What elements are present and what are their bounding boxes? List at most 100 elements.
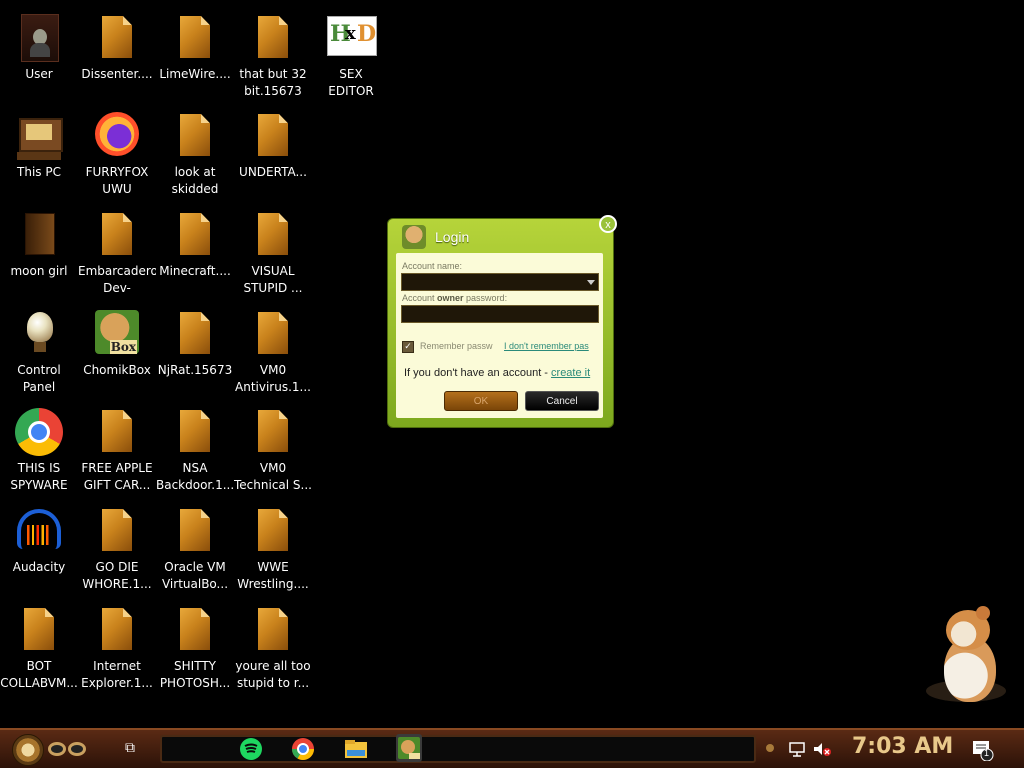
desktop-icon-label: look at skidded c#... [171, 165, 219, 196]
task-view-icon[interactable]: ⧉ [120, 739, 140, 757]
desktop-icon-label: youre all too stupid to r... [235, 659, 311, 690]
desktop-icon[interactable]: LimeWire.... [156, 8, 234, 104]
desktop-icon[interactable]: VISUAL STUPID ... [234, 205, 312, 301]
login-form: Account name: Account owner password: ✓ … [396, 253, 603, 418]
desktop-icon-label: Minecraft.... [159, 264, 231, 278]
hxd-icon: HxD [327, 14, 377, 62]
file-icon [171, 507, 219, 555]
desktop-icon[interactable]: Dissenter.... [78, 8, 156, 104]
desktop-icon[interactable]: look at skidded c#... [156, 106, 234, 202]
chomikbox-icon[interactable] [396, 734, 422, 762]
file-icon [171, 606, 219, 654]
desktop-icon[interactable]: FURRYFOX UWU [78, 106, 156, 202]
desktop-icon[interactable]: Audacity [0, 501, 78, 597]
desktop-icon[interactable]: FREE APPLE GIFT CAR... [78, 402, 156, 498]
goggle-icon [68, 742, 86, 756]
file-icon [249, 14, 297, 62]
desktop-icon[interactable]: Hx D SEX EDITOR [312, 8, 390, 104]
file-icon [171, 112, 219, 160]
desktop-icon-label: VM0 Antivirus.1... [235, 363, 311, 394]
desktop-icon[interactable]: Minecraft.... [156, 205, 234, 301]
file-icon [93, 14, 141, 62]
user-folder-icon [15, 14, 63, 62]
network-icon[interactable] [788, 740, 806, 762]
chomikbox-icon: Box [93, 310, 141, 358]
audacity-icon [15, 507, 63, 555]
desktop-icon-label: Oracle VM VirtualBo... [161, 560, 229, 591]
notification-icon[interactable]: 1 [972, 739, 994, 762]
goggle-icon [48, 742, 66, 756]
desktop-icon[interactable]: moon girl [0, 205, 78, 301]
hamster-mascot[interactable] [926, 606, 1008, 710]
file-icon [249, 408, 297, 456]
computer-icon [15, 112, 63, 160]
desktop-icon[interactable]: Oracle VM VirtualBo... [156, 501, 234, 597]
ok-button[interactable]: OK [444, 391, 518, 411]
desktop-icon-label: FURRYFOX UWU [85, 165, 149, 196]
show-hidden-icons-icon[interactable] [766, 744, 774, 752]
account-name-dropdown[interactable] [401, 273, 599, 291]
no-account-text: If you don't have an account - create it [404, 367, 591, 379]
desktop-icon-label: NSA Backdoor.1... [156, 461, 234, 492]
create-account-link[interactable]: create it [551, 367, 590, 379]
desktop-icon[interactable]: UNDERTA... [234, 106, 312, 202]
chevron-down-icon[interactable] [587, 280, 595, 285]
desktop-icon[interactable]: User [0, 8, 78, 104]
file-icon [93, 211, 141, 259]
desktop-icon-label: LimeWire.... [159, 67, 231, 81]
desktop-icon-label: that but 32 bit.15673 [239, 67, 307, 98]
taskbar: ⧉ 7:03 AM 1 [0, 728, 1024, 768]
desktop-icon[interactable]: GO DIE WHORE.1... [78, 501, 156, 597]
desktop-icon[interactable]: Control Panel [0, 304, 78, 400]
desktop-icon-label: THIS IS SPYWARE [10, 461, 68, 492]
lightbulb-icon [15, 310, 63, 358]
file-icon [249, 507, 297, 555]
forgot-password-link[interactable]: I don't remember pas [504, 341, 600, 351]
chrome-icon[interactable] [290, 736, 316, 762]
cancel-button[interactable]: Cancel [525, 391, 599, 411]
desktop-icon[interactable]: Box ChomikBox [78, 304, 156, 400]
desktop-icon[interactable]: SHITTY PHOTOSH... [156, 600, 234, 696]
desktop-icon-label: UNDERTA... [239, 165, 307, 179]
desktop-icon-label: VM0 Technical S... [234, 461, 312, 492]
login-titlebar[interactable]: Login [388, 219, 613, 253]
desktop-icon[interactable]: NSA Backdoor.1... [156, 402, 234, 498]
clock[interactable]: 7:03 AM [852, 734, 953, 759]
desktop-icon[interactable]: that but 32 bit.15673 [234, 8, 312, 104]
desktop-icon-label: VISUAL STUPID ... [243, 264, 303, 295]
gear-icon [12, 734, 44, 766]
desktop-icon[interactable]: Internet Explorer.1... [78, 600, 156, 696]
desktop-icon[interactable]: WWE Wrestling.... [234, 501, 312, 597]
desktop-icon-label: Audacity [12, 560, 66, 574]
spotify-icon[interactable] [238, 736, 264, 762]
desktop-icon-label: SEX EDITOR [328, 67, 374, 98]
desktop-icon[interactable]: VM0 Antivirus.1... [234, 304, 312, 400]
chomikbox-app-icon [402, 225, 426, 249]
remember-password-checkbox[interactable]: ✓ [402, 341, 414, 353]
desktop-icon[interactable]: NjRat.15673 [156, 304, 234, 400]
file-icon [171, 310, 219, 358]
notification-count: 1 [984, 748, 990, 758]
desktop-icon[interactable]: youre all too stupid to r... [234, 600, 312, 696]
desktop-icon[interactable]: Embarcadero Dev-C++.15... [78, 205, 156, 301]
password-input[interactable] [401, 305, 599, 323]
desktop-icon-label: FREE APPLE GIFT CAR... [81, 461, 153, 492]
account-name-label: Account name: [402, 261, 463, 271]
desktop-icon[interactable]: THIS IS SPYWARE [0, 402, 78, 498]
file-icon [93, 408, 141, 456]
desktop-icon[interactable]: VM0 Technical S... [234, 402, 312, 498]
desktop-icon[interactable]: BOT COLLABVM... [0, 600, 78, 696]
login-dialog: Login x Account name: Account owner pass… [387, 215, 617, 428]
start-button[interactable] [8, 732, 94, 766]
file-icon [93, 507, 141, 555]
volume-muted-icon[interactable] [812, 740, 832, 762]
close-icon[interactable]: x [599, 215, 617, 233]
desktop-icon-label: moon girl [10, 264, 68, 278]
desktop-icon-label: User [25, 67, 53, 81]
desktop-icon[interactable]: This PC [0, 106, 78, 202]
book-icon [15, 211, 63, 259]
firefox-icon [93, 112, 141, 160]
file-icon [249, 211, 297, 259]
file-explorer-icon[interactable] [343, 736, 369, 762]
file-icon [249, 310, 297, 358]
